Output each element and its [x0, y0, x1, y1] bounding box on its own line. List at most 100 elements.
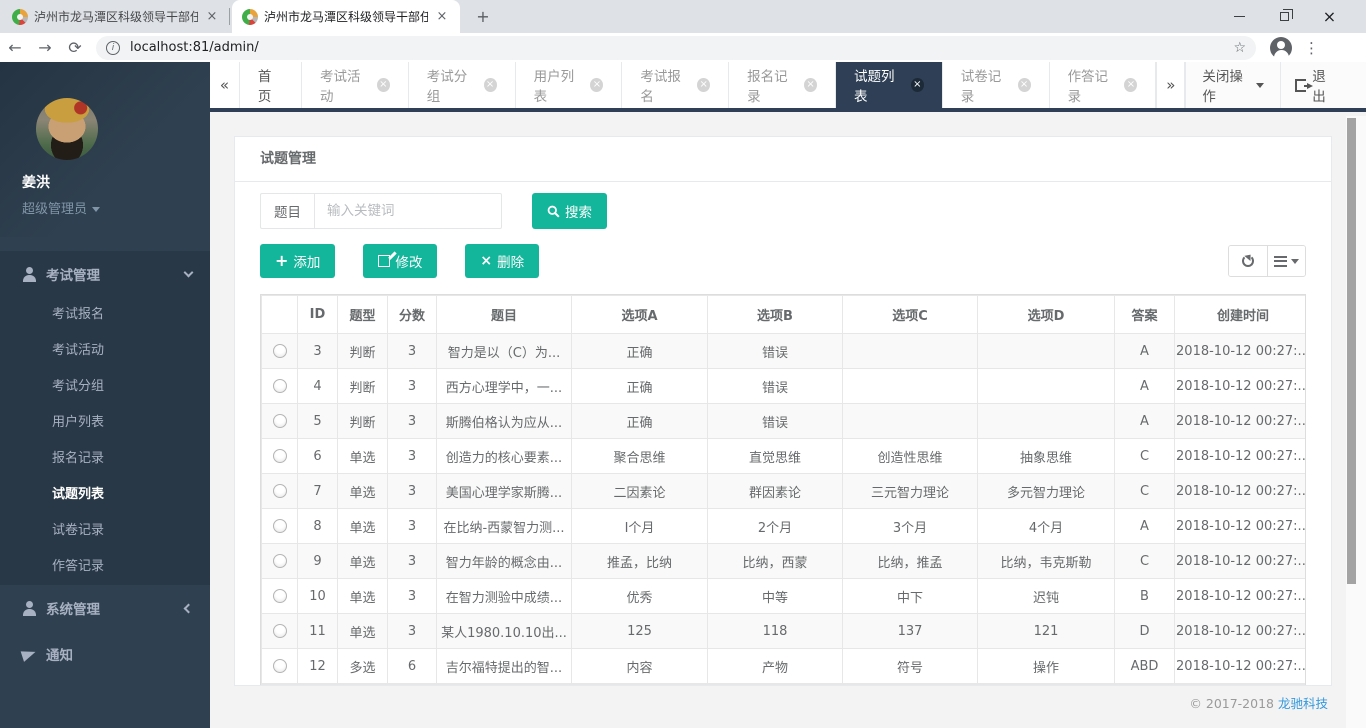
row-radio[interactable]	[273, 379, 287, 393]
page-info-icon[interactable]: i	[106, 41, 120, 55]
tab-close-icon[interactable]: ×	[1124, 78, 1137, 92]
tabs-scroll-left-button[interactable]: «	[210, 62, 240, 108]
select-cell	[262, 369, 298, 404]
tab-answer-records[interactable]: 作答记录×	[1050, 62, 1157, 108]
sidebar-item-user-list[interactable]: 用户列表	[0, 405, 210, 441]
column-header[interactable]: 分数	[388, 296, 437, 334]
column-header[interactable]: 创建时间	[1175, 296, 1307, 334]
tab-close-icon[interactable]: ×	[590, 78, 603, 92]
cell-option-d: 比纳，韦克斯勒	[978, 544, 1115, 579]
tab-home[interactable]: 首页	[240, 62, 302, 108]
sidebar-item-signup-records[interactable]: 报名记录	[0, 441, 210, 477]
row-radio[interactable]	[273, 414, 287, 428]
restore-button[interactable]	[1262, 0, 1307, 33]
sidebar-item-exam-signup[interactable]: 考试报名	[0, 297, 210, 333]
tab-exam-group[interactable]: 考试分组×	[409, 62, 516, 108]
row-radio[interactable]	[273, 589, 287, 603]
refresh-button[interactable]	[1229, 246, 1267, 276]
tab-close-icon[interactable]: ×	[697, 78, 710, 92]
table-row[interactable]: 11 单选 3 某人1980.10.10出... 125 118 137 121…	[262, 614, 1307, 649]
cell-option-a: 正确	[572, 334, 708, 369]
sidebar-item-answer-records[interactable]: 作答记录	[0, 549, 210, 585]
forward-icon[interactable]: →	[30, 38, 60, 57]
bookmark-star-icon[interactable]: ☆	[1233, 40, 1246, 56]
sidebar-item-exam-group[interactable]: 考试分组	[0, 369, 210, 405]
sidebar-item-paper-records[interactable]: 试卷记录	[0, 513, 210, 549]
tab-close-icon[interactable]: ×	[1018, 78, 1031, 92]
tab-question-list[interactable]: 试题列表×	[836, 62, 943, 108]
column-header[interactable]: ID	[298, 296, 338, 334]
logout-button[interactable]: 退出	[1281, 62, 1350, 108]
browser-tab-1[interactable]: 泸州市龙马潭区科级领导干部任前 ×	[2, 0, 230, 33]
tab-close-icon[interactable]: ×	[434, 9, 450, 25]
sidebar-item-system-management[interactable]: 系统管理	[0, 585, 210, 631]
scrollbar-thumb[interactable]	[1347, 118, 1356, 584]
row-radio[interactable]	[273, 624, 287, 638]
tab-close-icon[interactable]: ×	[204, 9, 220, 25]
minimize-button[interactable]	[1217, 0, 1262, 33]
cell-question-type: 单选	[338, 544, 388, 579]
close-operations-dropdown[interactable]: 关闭操作	[1185, 62, 1280, 108]
close-button[interactable]: ×	[1307, 0, 1352, 33]
table-row[interactable]: 10 单选 3 在智力测验中成绩... 优秀 中等 中下 迟钝 B 2018-1…	[262, 579, 1307, 614]
column-header[interactable]: 题型	[338, 296, 388, 334]
sidebar-item-exam-activity[interactable]: 考试活动	[0, 333, 210, 369]
column-header[interactable]: 选项C	[843, 296, 978, 334]
column-header[interactable]: 答案	[1115, 296, 1175, 334]
table-row[interactable]: 7 单选 3 美国心理学家斯腾... 二因素论 群因素论 三元智力理论 多元智力…	[262, 474, 1307, 509]
cell-answer: A	[1115, 369, 1175, 404]
row-radio[interactable]	[273, 344, 287, 358]
reload-icon[interactable]: ⟳	[60, 38, 90, 57]
tab-paper-records[interactable]: 试卷记录×	[943, 62, 1050, 108]
sidebar-item-question-list[interactable]: 试题列表	[0, 477, 210, 513]
select-cell	[262, 439, 298, 474]
url-text[interactable]: localhost:81/admin/	[130, 40, 1233, 55]
tab-signup-records[interactable]: 报名记录×	[729, 62, 836, 108]
tab-close-icon[interactable]: ×	[911, 78, 924, 92]
company-link[interactable]: 龙驰科技	[1278, 696, 1328, 711]
table-row[interactable]: 3 判断 3 智力是以（C）为... 正确 错误 A 2018-10-12 00…	[262, 334, 1307, 369]
tab-close-icon[interactable]: ×	[484, 78, 497, 92]
table-row[interactable]: 5 判断 3 斯腾伯格认为应从... 正确 错误 A 2018-10-12 00…	[262, 404, 1307, 439]
search-button[interactable]: 搜索	[532, 193, 607, 229]
column-header[interactable]: 选项D	[978, 296, 1115, 334]
user-avatar[interactable]	[36, 98, 98, 160]
add-button[interactable]: +添加	[260, 244, 335, 278]
tab-close-icon[interactable]: ×	[804, 78, 817, 92]
back-icon[interactable]: ←	[0, 38, 30, 57]
column-header[interactable]: 选项A	[572, 296, 708, 334]
browser-tab-2[interactable]: 泸州市龙马潭区科级领导干部任前 ×	[232, 0, 460, 33]
sidebar-item-exam-management[interactable]: 考试管理	[0, 251, 210, 297]
column-header[interactable]: 题目	[437, 296, 572, 334]
tab-exam-signup[interactable]: 考试报名×	[622, 62, 729, 108]
row-radio[interactable]	[273, 449, 287, 463]
edit-button[interactable]: 修改	[363, 244, 437, 278]
delete-button[interactable]: ×删除	[465, 244, 539, 278]
browser-menu-icon[interactable]: ⋮	[1304, 39, 1319, 57]
table-row[interactable]: 12 多选 6 吉尔福特提出的智... 内容 产物 符号 操作 ABD 2018…	[262, 649, 1307, 684]
table-row[interactable]: 6 单选 3 创造力的核心要素... 聚合思维 直觉思维 创造性思维 抽象思维 …	[262, 439, 1307, 474]
row-radio[interactable]	[273, 554, 287, 568]
page-scrollbar[interactable]	[1346, 116, 1366, 728]
table-row[interactable]: 4 判断 3 西方心理学中，一... 正确 错误 A 2018-10-12 00…	[262, 369, 1307, 404]
user-role-dropdown[interactable]: 超级管理员	[22, 198, 210, 217]
table-row[interactable]: 8 单选 3 在比纳-西蒙智力测... I个月 2个月 3个月 4个月 A 20…	[262, 509, 1307, 544]
cell-score: 3	[388, 439, 437, 474]
tab-user-list[interactable]: 用户列表×	[516, 62, 623, 108]
tabs-scroll-right-button[interactable]: »	[1156, 62, 1185, 108]
columns-dropdown-button[interactable]	[1267, 246, 1305, 276]
row-radio[interactable]	[273, 484, 287, 498]
profile-avatar-icon[interactable]	[1270, 37, 1292, 59]
tab-close-icon[interactable]: ×	[377, 78, 390, 92]
column-header[interactable]: 选项B	[708, 296, 843, 334]
table-row[interactable]: 9 单选 3 智力年龄的概念由... 推孟，比纳 比纳，西蒙 比纳，推孟 比纳，…	[262, 544, 1307, 579]
add-button-label: 添加	[293, 251, 320, 271]
sidebar-item-notice[interactable]: 通知	[0, 631, 210, 677]
row-radio[interactable]	[273, 659, 287, 673]
row-radio[interactable]	[273, 519, 287, 533]
address-bar[interactable]: i localhost:81/admin/ ☆	[96, 36, 1256, 60]
tab-exam-activity[interactable]: 考试活动×	[302, 62, 409, 108]
questions-table: ID 题型 分数 题目 选项A 选项B 选项C 选项D 答案 创建时间 3 判断…	[261, 295, 1306, 684]
search-input[interactable]	[314, 193, 502, 229]
new-tab-button[interactable]: +	[470, 5, 496, 29]
